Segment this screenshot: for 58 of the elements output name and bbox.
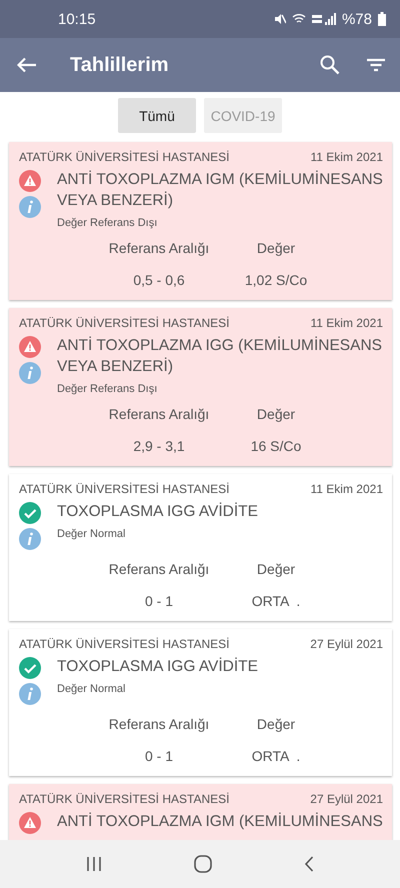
test-name: TOXOPLASMA IGG AVİDİTE [57, 502, 259, 522]
filter-icon[interactable] [366, 58, 386, 72]
check-icon [19, 657, 41, 679]
result-value: 16 S/Co [250, 438, 302, 454]
battery-level: %78 [342, 10, 372, 28]
result-value: ORTA . [252, 593, 300, 609]
result-status: Değer Referans Dışı [57, 383, 158, 395]
page-title: Tahlillerim [70, 54, 170, 76]
column-label: Referans Aralığı [108, 240, 210, 256]
hospital-name: ATATÜRK ÜNİVERSİTESİ HASTANESİ [19, 316, 230, 330]
column-label: Referans Aralığı [108, 561, 210, 577]
check-icon [19, 502, 41, 524]
result-date: 11 Ekim 2021 [310, 316, 383, 330]
hospital-name: ATATÜRK ÜNİVERSİTESİ HASTANESİ [19, 482, 230, 496]
reference-range: 0,5 - 0,6 [133, 272, 185, 288]
recent-apps-icon[interactable] [86, 857, 102, 871]
test-name: ANTİ TOXOPLAZMA IGM (KEMİLUMİNESANS VEYA BENZERİ) [57, 170, 384, 211]
signal-icon [312, 13, 336, 25]
result-card[interactable]: ATATÜRK ÜNİVERSİTESİ HASTANESİ 27 Eylül 2021 TOXOPLASMA IGG AVİDİTE Değer Normal Referans Aralığı Değer 0 - 1 ORTA . [9, 629, 392, 776]
column-label: Referans Aralığı [108, 406, 210, 422]
hospital-name: ATATÜRK ÜNİVERSİTESİ HASTANESİ [19, 792, 230, 806]
result-value: ORTA . [252, 748, 300, 764]
test-name: TOXOPLASMA IGG AVİDİTE [57, 656, 259, 677]
home-icon[interactable] [194, 855, 212, 873]
result-value: 1,02 S/Co [244, 272, 308, 288]
result-card[interactable]: ATATÜRK ÜNİVERSİTESİ HASTANESİ 11 Ekim 2021 TOXOPLASMA IGG AVİDİTE Değer Normal Referans Aralığı Değer 0 - 1 ORTA . [9, 474, 392, 621]
hospital-name: ATATÜRK ÜNİVERSİTESİ HASTANESİ [19, 150, 230, 164]
battery-icon [378, 12, 386, 26]
result-status: Değer Normal [57, 528, 126, 540]
result-date: 27 Eylül 2021 [310, 792, 383, 806]
reference-range: 0 - 1 [144, 593, 173, 609]
result-card[interactable]: ATATÜRK ÜNİVERSİTESİ HASTANESİ 11 Ekim 2021 ANTİ TOXOPLAZMA IGM (KEMİLUMİNESANS VEYA BENZERİ) Değer Referans Dışı Referans Aralığı Değer 0,5 - 0,6 1,02 S/Co [9, 142, 392, 300]
clock: 10:15 [58, 10, 96, 28]
column-label: Değer [256, 561, 296, 577]
warning-icon [19, 812, 41, 834]
warning-icon [19, 170, 41, 192]
reference-range: 2,9 - 3,1 [133, 438, 185, 454]
test-name: ANTİ TOXOPLAZMA IGM (KEMİLUMİNESANS [57, 812, 384, 832]
result-date: 11 Ekim 2021 [310, 482, 383, 496]
column-label: Değer [256, 406, 296, 422]
result-card[interactable]: ATATÜRK ÜNİVERSİTESİ HASTANESİ 27 Eylül 2021 ANTİ TOXOPLAZMA IGM (KEMİLUMİNESANS [9, 784, 392, 840]
warning-icon [19, 336, 41, 358]
reference-range: 0 - 1 [144, 748, 173, 764]
column-label: Değer [256, 240, 296, 256]
filter-tab[interactable]: Tümü [118, 98, 196, 133]
back-icon[interactable] [304, 856, 314, 872]
result-status: Değer Normal [57, 683, 126, 695]
hospital-name: ATATÜRK ÜNİVERSİTESİ HASTANESİ [19, 637, 230, 651]
result-status: Değer Referans Dışı [57, 217, 158, 229]
column-label: Değer [256, 716, 296, 732]
search-icon[interactable] [320, 55, 340, 75]
result-card[interactable]: ATATÜRK ÜNİVERSİTESİ HASTANESİ 11 Ekim 2021 ANTİ TOXOPLAZMA IGG (KEMİLUMİNESANS VEYA BENZERİ) Değer Referans Dışı Referans Aralığı Değer 2,9 - 3,1 16 S/Co [9, 308, 392, 466]
wifi-icon [292, 13, 306, 25]
test-name: ANTİ TOXOPLAZMA IGG (KEMİLUMİNESANS VEYA BENZERİ) [57, 336, 383, 377]
result-date: 11 Ekim 2021 [310, 150, 383, 164]
mute-icon [274, 13, 286, 25]
result-date: 27 Eylül 2021 [310, 637, 383, 651]
column-label: Referans Aralığı [108, 716, 210, 732]
